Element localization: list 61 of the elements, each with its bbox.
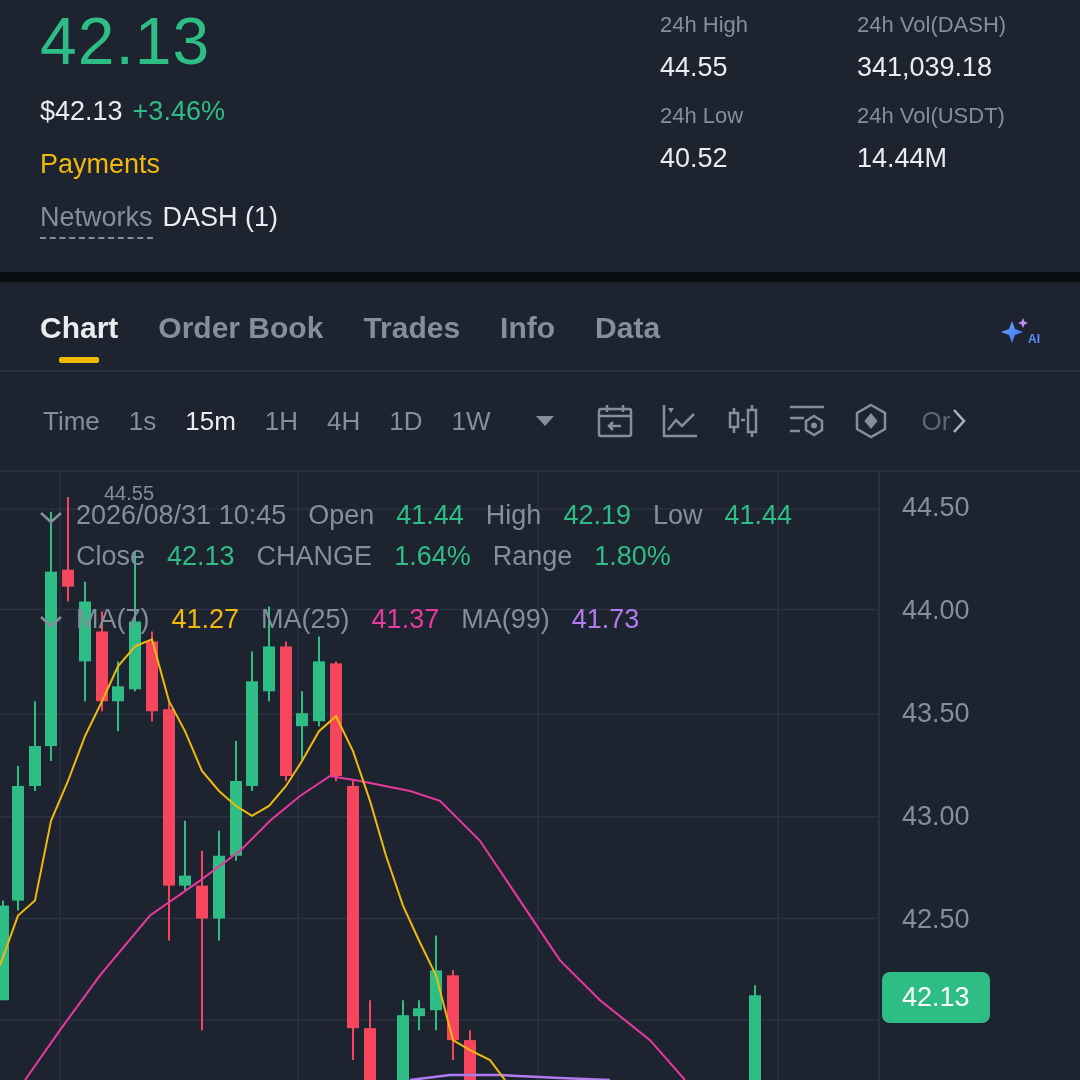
ohlc-label: Close	[76, 541, 146, 572]
last-price-badge: 42.13	[882, 972, 990, 1023]
candle	[413, 999, 425, 1032]
category-link[interactable]: Payments	[40, 149, 660, 180]
chevron-right-icon[interactable]	[951, 408, 966, 434]
stat-value: 44.55	[660, 52, 729, 83]
ai-sparkle-button[interactable]: AI	[1000, 306, 1040, 346]
tab[interactable]: Trades	[363, 297, 461, 363]
candle	[464, 1029, 476, 1080]
ohlc-label: Open	[308, 500, 375, 531]
stat-value: 14.44M	[857, 143, 949, 174]
interval-button[interactable]: 1H	[264, 405, 299, 437]
stat-label: 24h Vol(DASH)	[857, 12, 1008, 38]
line-chart-icon[interactable]	[661, 404, 698, 438]
caret-icon[interactable]	[535, 416, 554, 426]
ohlc-label: High	[485, 500, 542, 531]
interval-button[interactable]: 1s	[128, 405, 157, 437]
moving-average-value: 41.27	[171, 604, 240, 635]
interval-button[interactable]: 15m	[185, 405, 236, 437]
price-axis-label: 44.00	[902, 595, 971, 625]
stat-value: 341,039.18	[857, 52, 994, 83]
interval-button[interactable]: 1W	[451, 405, 491, 437]
tab[interactable]: Order Book	[158, 297, 324, 363]
stat-label: 24h Low	[660, 103, 745, 129]
ohlc-value: 1.64%	[394, 541, 471, 572]
stat-label: 24h High	[660, 12, 750, 38]
ohlc-label: CHANGE	[256, 541, 373, 572]
price-axis-label: 44.50	[902, 492, 971, 522]
price-change: +3.46%	[132, 96, 225, 127]
price-axis-label: 43.50	[902, 698, 971, 728]
stat-label: 24h Vol(USDT)	[857, 103, 1006, 129]
stat-value: 40.52	[660, 143, 729, 174]
price-axis-label: 43.00	[902, 801, 971, 831]
ohlc-label: Low	[652, 500, 703, 531]
last-price: 42.13	[40, 8, 212, 74]
more-tools-label[interactable]: Or	[921, 405, 951, 437]
tab[interactable]: Chart	[40, 297, 119, 363]
ohlc-value: 1.80%	[594, 541, 671, 572]
tab[interactable]: Data	[595, 297, 661, 363]
collapse-chevron-icon[interactable]	[40, 616, 62, 628]
ohlc-value: 42.13	[167, 541, 235, 572]
fiat-price: $42.13	[40, 96, 123, 127]
moving-average-value: 41.73	[571, 604, 640, 635]
interval-button[interactable]: 1D	[389, 405, 423, 437]
ohlc-value: 41.44	[396, 500, 464, 531]
candlestick-icon[interactable]	[726, 404, 759, 438]
interval-button[interactable]: 4H	[327, 405, 361, 437]
networks-label: Networks	[40, 202, 153, 239]
price-axis-label: 42.50	[902, 904, 971, 934]
calendar-icon[interactable]	[596, 404, 633, 438]
moving-average-label: MA(99)	[461, 604, 550, 635]
ohlc-label: Range	[492, 541, 573, 572]
collapse-chevron-icon[interactable]	[40, 512, 62, 524]
moving-average-value: 41.37	[371, 604, 440, 635]
tab[interactable]: Info	[500, 297, 556, 363]
networks-value: DASH (1)	[162, 202, 279, 233]
ohlc-value: 42.19	[563, 500, 631, 531]
ohlc-value: 41.44	[724, 500, 793, 531]
hexagon-icon[interactable]	[854, 403, 887, 439]
interval-button[interactable]: Time	[43, 405, 100, 437]
indicator-settings-icon[interactable]	[787, 404, 826, 438]
